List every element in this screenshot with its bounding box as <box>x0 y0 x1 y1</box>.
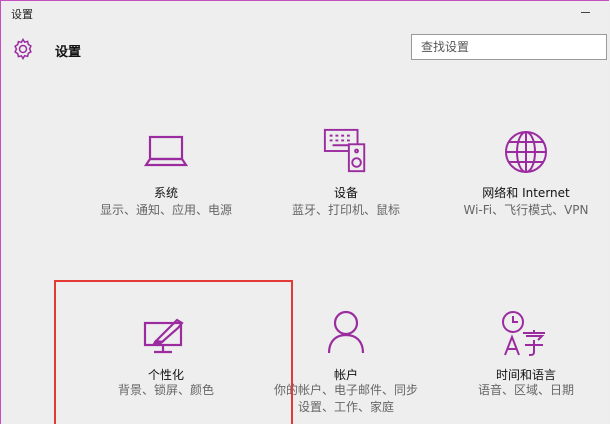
minimize-button[interactable] <box>577 3 595 19</box>
title-bar: 设置 <box>1 1 609 25</box>
tile-devices[interactable]: 设备 蓝牙、打印机、鼠标 <box>261 128 431 239</box>
tile-name: 系统 <box>153 186 178 200</box>
tile-name: 个性化 <box>147 368 184 382</box>
header: 设置 <box>1 31 609 71</box>
tile-name: 时间和语言 <box>495 368 556 382</box>
personalization-icon <box>143 318 184 354</box>
window-title: 设置 <box>11 8 33 21</box>
tile-description: Wi-Fi、飞行模式、VPN <box>463 203 589 217</box>
globe-icon <box>505 131 547 173</box>
tile-personalization[interactable]: 个性化 背景、锁屏、颜色 <box>81 315 251 415</box>
devices-icon <box>323 128 366 173</box>
time-language-icon <box>502 311 545 356</box>
tile-time-language[interactable]: 时间和语言 语音、区域、日期 <box>441 309 609 419</box>
settings-window: 设置 设置 系统 显示、通知、应用、电源 <box>0 0 609 424</box>
tile-system[interactable]: 系统 显示、通知、应用、电源 <box>81 129 251 239</box>
tile-name: 帐户 <box>333 368 358 382</box>
tile-description: 你的帐户、电子邮件、同步设置、工作、家庭 <box>273 383 418 414</box>
gear-icon <box>14 38 32 60</box>
page-title: 设置 <box>55 45 82 60</box>
tile-network[interactable]: 网络和 Internet Wi-Fi、飞行模式、VPN <box>441 129 609 239</box>
tile-accounts[interactable]: 帐户 你的帐户、电子邮件、同步设置、工作、家庭 <box>261 309 431 419</box>
tile-name: 设备 <box>333 186 358 200</box>
tile-description: 背景、锁屏、颜色 <box>117 383 214 397</box>
person-icon <box>327 310 365 354</box>
tile-description: 语音、区域、日期 <box>477 383 574 397</box>
tile-description: 蓝牙、打印机、鼠标 <box>291 203 400 217</box>
tile-description: 显示、通知、应用、电源 <box>99 203 232 217</box>
laptop-icon <box>144 135 188 167</box>
search-input[interactable] <box>411 34 607 60</box>
tile-name: 网络和 Internet <box>482 186 570 200</box>
